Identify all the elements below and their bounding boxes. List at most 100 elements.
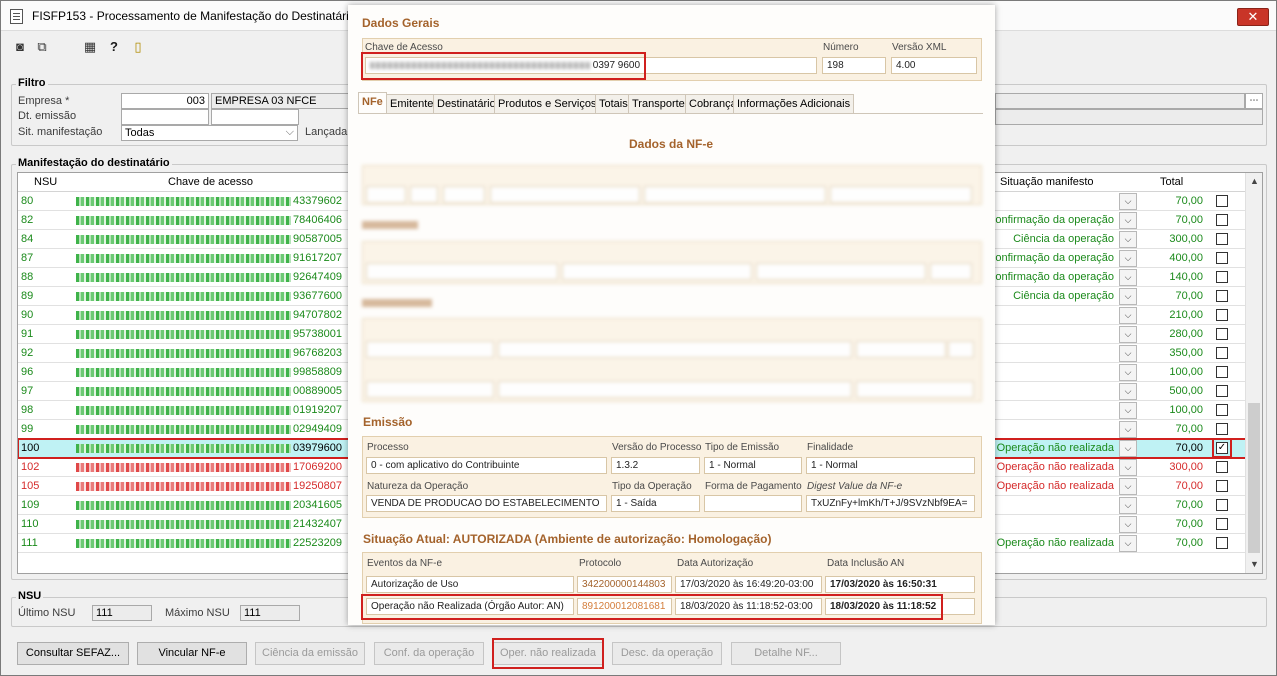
row-checkbox[interactable]	[1216, 252, 1228, 264]
chevron-down-icon[interactable]: ⌵	[1119, 250, 1137, 267]
blurred-field	[856, 341, 946, 358]
copy-icon[interactable]: ⧉	[33, 38, 51, 56]
chave-cell: 17069200	[293, 461, 342, 473]
blurred-field	[830, 186, 972, 203]
dt-emissao-end-input[interactable]	[211, 109, 299, 125]
row-checkbox[interactable]	[1216, 271, 1228, 283]
chevron-down-icon[interactable]: ⌵	[1119, 478, 1137, 495]
conf-operacao-button[interactable]: Conf. da operação	[374, 642, 484, 665]
chevron-down-icon[interactable]: ⌵	[1119, 193, 1137, 210]
chevron-down-icon[interactable]: ⌵	[1119, 535, 1137, 552]
row-checkbox[interactable]	[1216, 309, 1228, 321]
protocolo-header: Protocolo	[579, 558, 622, 569]
chave-cell: 20341605	[293, 499, 342, 511]
chevron-down-icon[interactable]: ⌵	[1119, 212, 1137, 229]
natureza-label: Natureza da Operação	[367, 481, 469, 492]
chevron-down-icon[interactable]: ⌵	[1119, 497, 1137, 514]
nsu-cell: 87	[21, 252, 34, 264]
close-button[interactable]: ✕	[1237, 8, 1269, 26]
row-checkbox[interactable]	[1216, 518, 1228, 530]
exit-icon[interactable]: ◙	[11, 38, 29, 56]
row-checkbox[interactable]	[1216, 461, 1228, 473]
header-situacao[interactable]: Situação manifesto	[1000, 176, 1094, 188]
tab-totais[interactable]: Totais	[595, 94, 632, 113]
dt-emissao-start-input[interactable]	[121, 109, 209, 125]
row-checkbox[interactable]	[1216, 423, 1228, 435]
chave-blurred	[76, 520, 291, 529]
chevron-down-icon[interactable]: ⌵	[1119, 326, 1137, 343]
tab-destinatario[interactable]: Destinatário	[433, 94, 500, 113]
emissao-title: Emissão	[363, 415, 413, 429]
help-icon[interactable]: ?	[105, 38, 123, 56]
row-checkbox[interactable]	[1216, 328, 1228, 340]
document-icon	[10, 9, 23, 24]
situacao-cell: onfirmação da operação	[995, 271, 1114, 283]
detalhe-nf-button[interactable]: Detalhe NF...	[731, 642, 841, 665]
desc-operacao-button[interactable]: Desc. da operação	[612, 642, 722, 665]
lookup-button[interactable]: ⋯	[1245, 93, 1263, 109]
tab-emitente[interactable]: Emitente	[386, 94, 438, 113]
tab-produtos-e-servicos[interactable]: Produtos e Serviços	[494, 94, 601, 113]
row-checkbox[interactable]	[1216, 290, 1228, 302]
chevron-down-icon[interactable]: ⌵	[1119, 345, 1137, 362]
chave-blurred	[76, 501, 291, 510]
chevron-down-icon[interactable]: ⌵	[1119, 383, 1137, 400]
scroll-up-icon[interactable]: ▲	[1246, 173, 1262, 190]
row-checkbox[interactable]	[1216, 233, 1228, 245]
chevron-down-icon[interactable]: ⌵	[1119, 440, 1137, 457]
chave-cell: 90587005	[293, 233, 342, 245]
chevron-down-icon[interactable]: ⌵	[1119, 231, 1137, 248]
chevron-down-icon[interactable]: ⌵	[1119, 421, 1137, 438]
tab-transporte[interactable]: Transporte	[628, 94, 689, 113]
row-checkbox[interactable]	[1216, 347, 1228, 359]
blurred-heading	[362, 299, 432, 307]
ciencia-emissao-button[interactable]: Ciência da emissão	[255, 642, 365, 665]
calculator-icon[interactable]: ▦	[81, 38, 99, 56]
tipo-emissao-field: 1 - Normal	[704, 457, 802, 474]
chevron-down-icon[interactable]: ⌵	[1119, 307, 1137, 324]
chevron-down-icon[interactable]: ⌵	[1119, 516, 1137, 533]
empresa-code-input[interactable]: 003	[121, 93, 209, 109]
tab-nfe[interactable]: NFe	[358, 92, 387, 113]
vincular-nfe-button[interactable]: Vincular NF-e	[137, 642, 247, 665]
row-checkbox[interactable]	[1216, 385, 1228, 397]
row-checkbox[interactable]: ✓	[1212, 438, 1232, 458]
blurred-field	[366, 263, 558, 280]
header-nsu[interactable]: NSU	[34, 176, 57, 188]
chave-cell: 00889005	[293, 385, 342, 397]
row-checkbox[interactable]	[1216, 404, 1228, 416]
chevron-down-icon[interactable]: ⌵	[1119, 269, 1137, 286]
eventos-header: Eventos da NF-e	[367, 558, 443, 569]
chevron-down-icon[interactable]: ⌵	[1119, 288, 1137, 305]
row-checkbox[interactable]	[1216, 537, 1228, 549]
grid-scrollbar[interactable]: ▲ ▼	[1245, 173, 1262, 573]
header-total[interactable]: Total	[1160, 176, 1183, 188]
row-checkbox[interactable]	[1216, 366, 1228, 378]
total-cell: 70,00	[1175, 480, 1203, 492]
row-checkbox[interactable]	[1216, 499, 1228, 511]
nsu-cell: 105	[21, 480, 40, 492]
empresa-name-field-ext	[995, 93, 1245, 109]
door-icon[interactable]: ▯	[129, 38, 147, 56]
chevron-down-icon[interactable]: ⌵	[1119, 459, 1137, 476]
chave-cell: 96768203	[293, 347, 342, 359]
versao-xml-label: Versão XML	[892, 42, 947, 53]
chevron-down-icon[interactable]: ⌵	[1119, 364, 1137, 381]
row-checkbox[interactable]	[1216, 195, 1228, 207]
main-window: FISFP153 - Processamento de Manifestação…	[0, 0, 1277, 676]
chevron-down-icon[interactable]: ⌵	[1119, 402, 1137, 419]
scroll-down-icon[interactable]: ▼	[1246, 556, 1262, 573]
header-chave[interactable]: Chave de acesso	[168, 176, 253, 188]
consultar-sefaz-button[interactable]: Consultar SEFAZ...	[17, 642, 129, 665]
sit-manifestacao-select[interactable]: Todas ⌵	[121, 125, 298, 141]
total-cell: 70,00	[1175, 423, 1203, 435]
chave-cell: 93677600	[293, 290, 342, 302]
chave-cell: 03979600	[293, 442, 342, 454]
row-checkbox[interactable]	[1216, 214, 1228, 226]
row-checkbox[interactable]	[1216, 480, 1228, 492]
protocolo-field: 342200000144803	[577, 576, 672, 593]
chave-blurred	[76, 349, 291, 358]
tab-informacoes-adicionais[interactable]: Informações Adicionais	[733, 94, 855, 113]
scroll-thumb[interactable]	[1248, 403, 1260, 553]
numero-field: 198	[822, 57, 886, 74]
